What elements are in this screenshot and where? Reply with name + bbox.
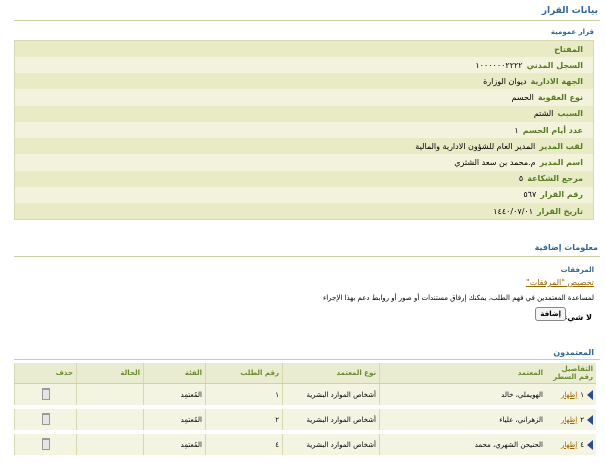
add-attachment-button[interactable]: إضافة xyxy=(535,307,566,321)
approver-status xyxy=(76,407,144,434)
detail-value: الشتم xyxy=(533,109,554,119)
customize-attachments-link[interactable]: تخصيص "المرفقات" xyxy=(526,278,594,287)
decision-details-panel: المفتاح السجل المدني ١٠٠٠٠٠٠٢٢٢٢ الجهة الاد… xyxy=(14,40,594,220)
attachments-help-text: لمساعدة المعتمدين في فهم الطلب، يمكنك إر… xyxy=(322,294,594,302)
attachments-title: المرفقات xyxy=(560,266,594,274)
expand-arrow-icon[interactable] xyxy=(587,414,593,425)
col-status: الحالة xyxy=(76,363,144,384)
row-tools: ١ إظهار xyxy=(546,383,596,409)
detail-row: نوع العقوبة الحسم xyxy=(15,90,593,106)
request-number: ٢ xyxy=(205,407,283,434)
detail-row: رقم القرار ٥٦٧ xyxy=(15,187,593,203)
detail-label: اسم المدير xyxy=(539,157,583,167)
detail-row: الجهة الادارية ديوان الوزارة xyxy=(15,73,593,90)
additional-info-title: معلومات إضافية xyxy=(534,243,598,252)
table-row: ٤ إظهار الحنيحن الشهري، محمد أشخاص الموارد … xyxy=(14,432,596,459)
detail-row: مرجع الشكاعة ٥ xyxy=(15,170,593,187)
col-request-no: رقم الطلب xyxy=(205,363,283,384)
show-details-link[interactable]: إظهار xyxy=(561,416,577,424)
table-row: ١ إظهار الهويملي، خالد أشخاص الموارد البشري… xyxy=(14,383,596,409)
expand-arrow-icon[interactable] xyxy=(587,439,593,450)
detail-label: السبب xyxy=(557,109,583,119)
col-approver-type: نوع المعتمد xyxy=(282,363,380,384)
approver-name: الزهراني، علياء xyxy=(379,407,546,434)
line-number: ٤ xyxy=(580,440,584,449)
approvers-divider xyxy=(14,359,600,360)
detail-value: الحسم xyxy=(511,93,534,103)
col-category: الفئة xyxy=(143,363,206,384)
detail-value: ٥ xyxy=(518,174,524,184)
approver-status xyxy=(76,383,144,409)
trash-icon[interactable] xyxy=(41,412,50,425)
detail-label: السجل المدني xyxy=(526,60,583,70)
detail-label: رقم القرار xyxy=(540,190,583,200)
detail-label: لقب المدير xyxy=(539,141,583,151)
request-number: ٤ xyxy=(205,432,283,459)
detail-row: اسم المدير م.محمد بن سعد الشثري xyxy=(15,154,593,170)
col-approver: المعتمد xyxy=(379,363,546,384)
delete-cell xyxy=(14,432,77,459)
detail-row: عدد أيام الحسم ١ xyxy=(15,122,593,138)
detail-value: ديوان الوزارة xyxy=(483,76,527,86)
row-tools: ٤ إظهار xyxy=(546,432,596,459)
approver-type: أشخاص الموارد البشرية xyxy=(282,383,380,409)
approver-category: المُعتمِد xyxy=(143,407,206,434)
title-divider xyxy=(14,20,600,21)
detail-row: لقب المدير المدير العام للشؤون الادارية و… xyxy=(15,138,593,155)
show-details-link[interactable]: إظهار xyxy=(561,391,577,399)
trash-icon[interactable] xyxy=(41,437,50,450)
show-details-link[interactable]: إظهار xyxy=(561,441,577,449)
detail-label: نوع العقوبة xyxy=(537,93,583,103)
trash-icon[interactable] xyxy=(41,387,50,400)
table-row: ٢ إظهار الزهراني، علياء أشخاص الموارد البشر… xyxy=(14,407,596,434)
approver-category: المُعتمِد xyxy=(143,383,206,409)
line-number: ٢ xyxy=(580,415,584,424)
section-title: قرار عمومية xyxy=(550,28,594,36)
approvers-title: المعتمدون xyxy=(553,348,594,357)
detail-value: المدير العام للشؤون الادارية والمالية xyxy=(415,141,536,151)
col-delete: حذف xyxy=(14,363,77,384)
detail-value: ١ xyxy=(514,125,519,135)
additional-divider xyxy=(14,256,600,257)
detail-row: المفتاح xyxy=(15,41,593,57)
col-details: التفاصيل رقم السطر xyxy=(546,363,596,384)
detail-row: تاريخ القرار ١٤٤٠/٠٧/٠١ xyxy=(15,203,593,219)
approver-name: الهويملي، خالد xyxy=(379,383,546,409)
detail-value: ٥٦٧ xyxy=(523,190,537,200)
approver-category: المُعتمِد xyxy=(143,432,206,459)
detail-row: السجل المدني ١٠٠٠٠٠٠٢٢٢٢ xyxy=(15,57,593,73)
no-attachments-label: لا شيء xyxy=(563,313,592,322)
detail-value: ١٠٠٠٠٠٠٢٢٢٢ xyxy=(475,60,523,70)
row-tools: ٢ إظهار xyxy=(546,407,596,434)
detail-label: تاريخ القرار xyxy=(537,206,583,216)
delete-cell xyxy=(14,383,77,409)
page-title: بيانات القرار xyxy=(541,6,598,16)
request-number: ١ xyxy=(205,383,283,409)
detail-label: مرجع الشكاعة xyxy=(527,174,583,184)
approver-name: الحنيحن الشهري، محمد xyxy=(379,432,546,459)
detail-value: ١٤٤٠/٠٧/٠١ xyxy=(493,206,533,216)
detail-value: م.محمد بن سعد الشثري xyxy=(454,157,536,167)
approver-type: أشخاص الموارد البشرية xyxy=(282,432,380,459)
detail-label: عدد أيام الحسم xyxy=(522,125,583,135)
detail-row: السبب الشتم xyxy=(15,105,593,122)
expand-arrow-icon[interactable] xyxy=(587,389,593,400)
approvers-body: ١ إظهار الهويملي، خالد أشخاص الموارد البشري… xyxy=(14,383,596,459)
detail-label: المفتاح xyxy=(554,44,583,54)
approver-type: أشخاص الموارد البشرية xyxy=(282,407,380,434)
approvers-table: التفاصيل رقم السطر المعتمد نوع المعتمد ر… xyxy=(14,363,596,459)
line-number: ١ xyxy=(580,390,584,399)
delete-cell xyxy=(14,407,77,434)
approver-status xyxy=(76,432,144,459)
detail-label: الجهة الادارية xyxy=(530,76,583,86)
